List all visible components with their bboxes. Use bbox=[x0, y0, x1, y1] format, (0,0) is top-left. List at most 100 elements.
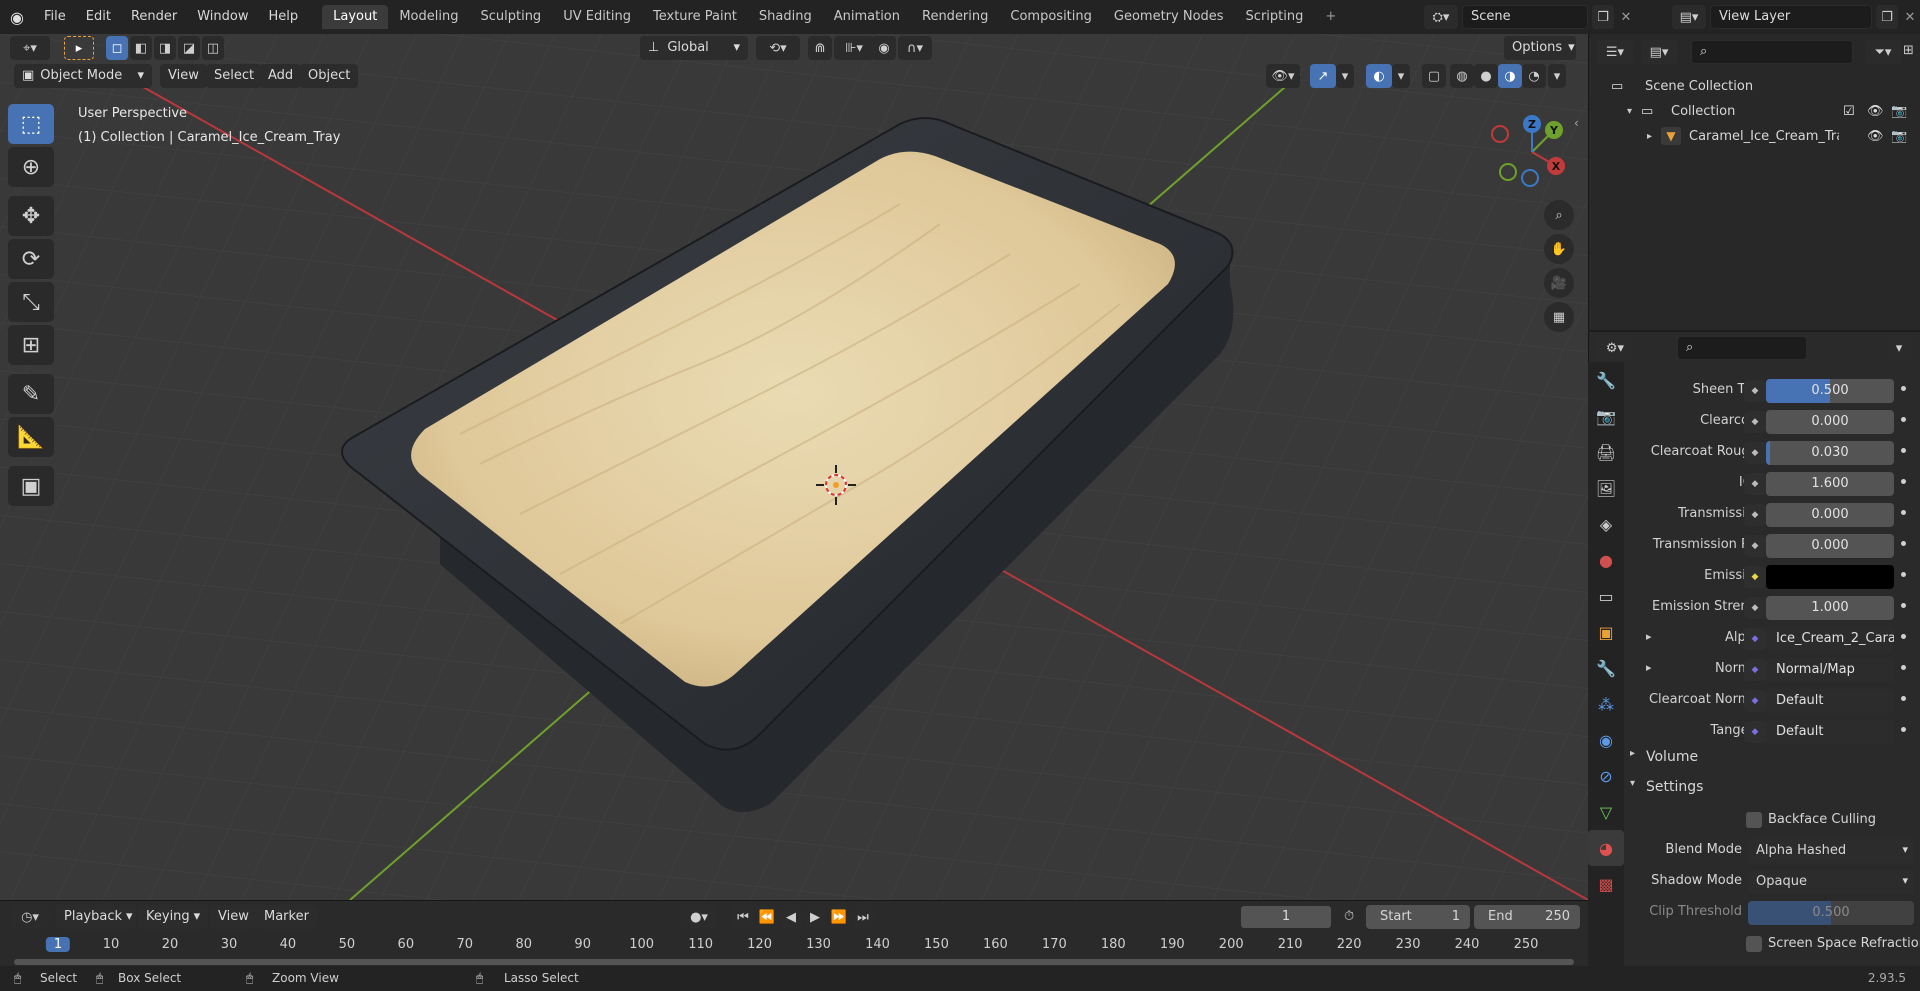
wireframe-shading-icon[interactable]: ◍ bbox=[1450, 64, 1474, 88]
options-dropdown[interactable]: Options ▾ bbox=[1504, 36, 1576, 60]
property-value-slider[interactable]: 0.000 bbox=[1766, 503, 1894, 527]
overlays-dropdown-icon[interactable]: ▾ bbox=[1392, 64, 1410, 88]
visibility-icon[interactable]: 👁▾ bbox=[1266, 64, 1300, 88]
select-invert-icon[interactable]: ◪ bbox=[178, 36, 200, 60]
property-value-slider[interactable]: 0.000 bbox=[1766, 410, 1894, 434]
socket-link-icon[interactable]: ◆ bbox=[1744, 504, 1766, 526]
measure-tool-icon[interactable]: 📐 bbox=[8, 417, 54, 457]
menu-edit[interactable]: Edit bbox=[76, 4, 121, 30]
tab-geometry-nodes[interactable]: Geometry Nodes bbox=[1103, 5, 1235, 29]
socket-link-icon[interactable]: ◆ bbox=[1744, 411, 1766, 433]
jump-next-keyframe-icon[interactable]: ⏩ bbox=[828, 905, 850, 929]
outliner-row-collection[interactable]: ▾ ▭ Collection ☑ 👁 📷 bbox=[1589, 99, 1920, 124]
shading-dropdown-icon[interactable]: ▾ bbox=[1548, 64, 1566, 88]
current-frame-field[interactable]: 1 bbox=[1240, 905, 1332, 929]
socket-link-icon[interactable]: ◆ bbox=[1744, 721, 1766, 743]
jump-end-icon[interactable]: ⏭ bbox=[852, 905, 874, 929]
expand-arrow-icon[interactable]: ▸ bbox=[1646, 630, 1652, 643]
scene-selector[interactable]: ⛭▾ Scene ❐ ✕ bbox=[1424, 4, 1634, 30]
backface-culling-checkbox[interactable] bbox=[1746, 812, 1762, 828]
menu-help[interactable]: Help bbox=[259, 4, 309, 30]
eye-icon[interactable]: 👁 bbox=[1867, 124, 1884, 149]
mode-dropdown[interactable]: ▣ Object Mode ▾ bbox=[14, 64, 152, 88]
eye-icon[interactable]: 👁 bbox=[1867, 99, 1884, 124]
new-collection-icon[interactable]: ⊞ bbox=[1903, 43, 1914, 58]
select-subtract-icon[interactable]: ◨ bbox=[154, 36, 176, 60]
data-tab-icon[interactable]: ▽ bbox=[1588, 794, 1624, 830]
menu-select[interactable]: Select bbox=[206, 64, 263, 88]
navigation-gizmo[interactable]: Z Y X bbox=[1482, 110, 1582, 196]
socket-link-icon[interactable]: ◆ bbox=[1744, 473, 1766, 495]
scale-tool-icon[interactable]: ⤡ bbox=[8, 282, 54, 322]
orientation-dropdown[interactable]: ⊥ Global ▾ bbox=[640, 36, 748, 60]
keyframe-dot-icon[interactable] bbox=[1901, 479, 1906, 484]
socket-link-icon[interactable]: ◆ bbox=[1744, 597, 1766, 619]
keyframe-dot-icon[interactable] bbox=[1901, 603, 1906, 608]
menu-file[interactable]: File bbox=[34, 4, 76, 30]
camera-render-icon[interactable]: 📷 bbox=[1891, 124, 1907, 149]
jump-start-icon[interactable]: ⏮ bbox=[732, 905, 754, 929]
socket-link-icon[interactable]: ◆ bbox=[1744, 535, 1766, 557]
proportional-falloff-icon[interactable]: ∩▾ bbox=[898, 36, 932, 60]
timeline-editor-type-icon[interactable]: ◷▾ bbox=[10, 905, 50, 929]
view-layer-tab-icon[interactable]: 🖼 bbox=[1588, 470, 1624, 506]
frame-ruler[interactable]: 1 10 20 30 40 50 60 70 80 90 100 110 120 130 140 150 160… bbox=[0, 933, 1588, 967]
particles-tab-icon[interactable]: ⁂ bbox=[1588, 686, 1624, 722]
tab-sculpting[interactable]: Sculpting bbox=[469, 5, 552, 29]
keyframe-dot-icon[interactable] bbox=[1901, 448, 1906, 453]
annotate-tool-icon[interactable]: ✎ bbox=[8, 374, 54, 414]
material-preview-shading-icon[interactable]: ◑ bbox=[1498, 64, 1522, 88]
tab-rendering[interactable]: Rendering bbox=[911, 5, 999, 29]
display-mode-icon[interactable]: ▤▾ bbox=[1641, 40, 1677, 64]
outliner-search-input[interactable]: ⌕ bbox=[1691, 40, 1853, 64]
marker-menu[interactable]: Marker bbox=[256, 905, 317, 929]
tab-layout[interactable]: Layout bbox=[322, 5, 389, 29]
xray-toggle-icon[interactable]: ▢ bbox=[1422, 64, 1446, 88]
start-frame-field[interactable]: Start 1 bbox=[1366, 905, 1470, 929]
keyframe-dot-icon[interactable] bbox=[1901, 634, 1906, 639]
keyframe-dot-icon[interactable] bbox=[1901, 386, 1906, 391]
settings-panel-header[interactable]: ▾ Settings bbox=[1624, 774, 1920, 800]
ssr-row[interactable]: Screen Space Refraction bbox=[1746, 934, 1920, 956]
keyframe-dot-icon[interactable] bbox=[1901, 665, 1906, 670]
select-box-tool-icon[interactable]: ⬚ bbox=[8, 104, 54, 144]
tab-scripting[interactable]: Scripting bbox=[1235, 5, 1315, 29]
add-cube-tool-icon[interactable]: ▣ bbox=[8, 466, 54, 506]
jump-prev-keyframe-icon[interactable]: ⏪ bbox=[756, 905, 778, 929]
menu-render[interactable]: Render bbox=[121, 4, 187, 30]
pan-hand-icon[interactable]: ✋ bbox=[1544, 234, 1574, 264]
gizmo-toggle-icon[interactable]: ↗ bbox=[1310, 64, 1336, 88]
socket-link-icon[interactable]: ◆ bbox=[1744, 442, 1766, 464]
select-intersect-icon[interactable]: ◫ bbox=[202, 36, 224, 60]
overlays-toggle-icon[interactable]: ◐ bbox=[1366, 64, 1392, 88]
socket-link-icon[interactable]: ◆ bbox=[1744, 628, 1766, 650]
camera-view-icon[interactable]: 🎥 bbox=[1544, 268, 1574, 298]
transform-tool-icon[interactable]: ⊞ bbox=[8, 325, 54, 365]
material-tab-icon[interactable]: ◕ bbox=[1588, 830, 1624, 866]
keyframe-dot-icon[interactable] bbox=[1901, 510, 1906, 515]
rendered-shading-icon[interactable]: ◔ bbox=[1522, 64, 1546, 88]
tab-compositing[interactable]: Compositing bbox=[999, 5, 1103, 29]
tool-tab-icon[interactable]: 🔧 bbox=[1588, 362, 1624, 398]
properties-options-icon[interactable]: ▾ bbox=[1887, 336, 1911, 360]
render-tab-icon[interactable]: 📷 bbox=[1588, 398, 1624, 434]
volume-panel-header[interactable]: ▸ Volume bbox=[1624, 744, 1920, 770]
cursor-tool-icon[interactable]: ⊕ bbox=[8, 147, 54, 187]
property-value-slider[interactable] bbox=[1766, 565, 1894, 589]
properties-editor-type-icon[interactable]: ⚙▾ bbox=[1597, 336, 1633, 360]
expand-arrow-icon[interactable]: ▸ bbox=[1647, 124, 1652, 149]
world-tab-icon[interactable]: ● bbox=[1588, 542, 1624, 578]
keying-menu[interactable]: Keying ▾ bbox=[138, 905, 208, 929]
socket-link-icon[interactable]: ◆ bbox=[1744, 566, 1766, 588]
property-link-field[interactable]: Default bbox=[1766, 720, 1894, 744]
copy-scene-icon[interactable]: ❐ bbox=[1592, 5, 1614, 29]
physics-tab-icon[interactable]: ◉ bbox=[1588, 722, 1624, 758]
properties-search-input[interactable]: ⌕ bbox=[1677, 336, 1807, 360]
object-tab-icon[interactable]: ▣ bbox=[1588, 614, 1624, 650]
view-layer-field[interactable]: View Layer bbox=[1710, 5, 1872, 29]
playback-menu[interactable]: Playback ▾ bbox=[56, 905, 136, 929]
select-set-new-icon[interactable]: ◻ bbox=[106, 36, 128, 60]
end-frame-field[interactable]: End 250 bbox=[1474, 905, 1580, 929]
expand-arrow-icon[interactable]: ▸ bbox=[1646, 661, 1652, 674]
snap-toggle-icon[interactable]: ⋒ bbox=[808, 36, 832, 60]
